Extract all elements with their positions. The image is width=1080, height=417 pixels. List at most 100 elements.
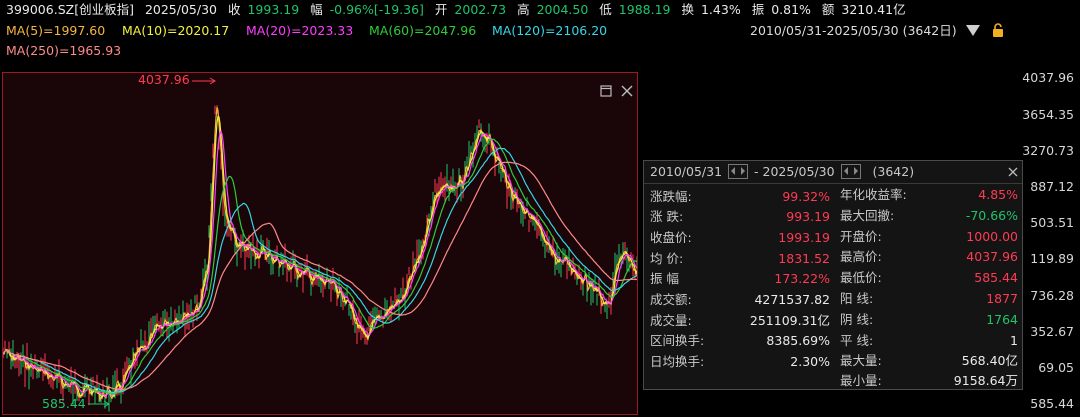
lock-icon[interactable] — [992, 23, 1004, 37]
stat-row: 最高价: 4037.96 — [840, 247, 1018, 267]
stat-value: 4037.96 — [966, 249, 1018, 264]
ma10-label: MA(10)=2020.17 — [122, 23, 230, 38]
y-tick: 585.44 — [1030, 396, 1074, 411]
stat-label: 最小量: — [840, 373, 882, 388]
quote-date: 2025/05/30 — [144, 2, 217, 17]
chevron-left-icon[interactable] — [843, 167, 848, 175]
stat-row: 阴 线: 1764 — [840, 310, 1018, 330]
ma5-line — [3, 107, 637, 403]
ma120-label: MA(120)=2106.20 — [492, 23, 608, 38]
stat-value: 173.22% — [774, 271, 830, 286]
stat-value: 4271537.82 — [754, 292, 830, 307]
stat-value: 1831.52 — [778, 251, 830, 266]
stat-label: 涨跌幅: — [650, 189, 692, 204]
date-range-selector[interactable]: 2010/05/31-2025/05/30 (3642日) — [750, 22, 957, 40]
stat-row: 年化收益率: 4.85% — [840, 185, 1018, 205]
stat-row: 开盘价: 1000.00 — [840, 227, 1018, 247]
amplitude-value: 0.81% — [771, 2, 811, 17]
stat-row: 平 线: 1 — [840, 331, 1018, 351]
interval-stats-panel: 2010/05/31 - 2025/05/30 (3642) 涨跌幅: 99.3… — [643, 160, 1023, 390]
stat-label: 最大回撤: — [840, 208, 895, 223]
ma120-line — [3, 147, 637, 394]
stat-value: 251109.31亿 — [749, 313, 830, 328]
ma10-line — [3, 115, 637, 400]
ma20-label: MA(20)=2023.33 — [246, 23, 354, 38]
y-tick: 352.67 — [1030, 324, 1074, 339]
close-icon[interactable] — [1008, 167, 1018, 177]
end-stepper[interactable] — [840, 164, 861, 179]
stat-row: 涨 跌: 993.19 — [650, 207, 830, 227]
stat-row: 区间换手: 8385.69% — [650, 331, 830, 351]
stat-row: 振 幅 173.22% — [650, 269, 830, 289]
kline-plot — [3, 105, 637, 412]
stat-value: 1877 — [986, 291, 1018, 306]
stat-value: 1000.00 — [966, 229, 1018, 244]
y-tick: 3270.73 — [1022, 143, 1074, 158]
stat-row: 成交额: 4271537.82 — [650, 290, 830, 310]
close-icon[interactable] — [621, 85, 633, 97]
stat-value: 2.30% — [790, 354, 830, 369]
panel-header: 2010/05/31 - 2025/05/30 (3642) — [644, 161, 1022, 183]
range-count: (3642) — [872, 164, 915, 179]
stat-row: 最大量: 568.40亿 — [840, 351, 1018, 371]
max-price-label: 4037.96 — [138, 72, 190, 87]
stat-row: 均 价: 1831.52 — [650, 249, 830, 269]
stat-label: 最低价: — [840, 270, 882, 285]
y-tick: 736.28 — [1030, 288, 1074, 303]
change-value: -0.96%[-19.36] — [329, 2, 424, 17]
stat-value: 1 — [1010, 333, 1018, 348]
turnover-value: 1.43% — [700, 2, 741, 17]
stat-value: 9158.64万 — [953, 373, 1018, 388]
amount-label: 额 — [821, 2, 835, 17]
restore-window-icon[interactable] — [600, 85, 612, 97]
min-arrow-icon — [88, 400, 110, 408]
stat-row: 最小量: 9158.64万 — [840, 371, 1018, 391]
amount-value: 3210.41亿 — [841, 2, 906, 17]
stat-row: 涨跌幅: 99.32% — [650, 187, 830, 207]
stat-row: 最大回撤: -70.66% — [840, 206, 1018, 226]
chevron-right-icon[interactable] — [741, 167, 746, 175]
y-tick: 3654.35 — [1022, 107, 1074, 122]
kline-chart[interactable] — [2, 72, 638, 415]
stat-row: 阳 线: 1877 — [840, 289, 1018, 309]
stat-row: 日均换手: 2.30% — [650, 352, 830, 372]
stat-label: 最大量: — [840, 353, 882, 368]
stat-value: 8385.69% — [766, 333, 830, 348]
close-label: 收 — [227, 2, 241, 17]
stat-label: 平 线: — [840, 333, 874, 348]
ma20-line — [3, 129, 637, 398]
high-label: 高 — [517, 2, 530, 17]
stat-label: 区间换手: — [650, 333, 705, 348]
start-stepper[interactable] — [728, 164, 749, 179]
stat-label: 均 价: — [650, 251, 684, 266]
stat-value: 1764 — [986, 312, 1018, 327]
chevron-left-icon[interactable] — [731, 167, 736, 175]
stat-label: 阳 线: — [840, 291, 874, 306]
open-label: 开 — [434, 2, 448, 17]
range-end: - 2025/05/30 — [754, 164, 835, 179]
open-value: 2002.73 — [454, 2, 507, 17]
stat-label: 收盘价: — [650, 230, 692, 245]
stat-value: 4.85% — [978, 187, 1018, 202]
y-tick: 503.51 — [1030, 215, 1074, 230]
low-label: 低 — [599, 2, 612, 17]
stat-label: 成交量: — [650, 313, 692, 328]
stat-label: 日均换手: — [650, 354, 705, 369]
stat-row: 成交量: 251109.31亿 — [650, 311, 830, 331]
stat-value: -70.66% — [965, 208, 1018, 223]
min-price-label: 585.44 — [42, 396, 86, 411]
stat-row: 收盘价: 1993.19 — [650, 228, 830, 248]
high-value: 2004.50 — [536, 2, 589, 17]
stat-label: 最高价: — [840, 249, 882, 264]
chevron-down-icon[interactable] — [966, 25, 980, 36]
y-tick: 4037.96 — [1022, 70, 1074, 85]
stat-value: 993.19 — [786, 209, 830, 224]
stat-value: 1993.19 — [778, 230, 830, 245]
stat-label: 开盘价: — [840, 229, 882, 244]
chevron-right-icon[interactable] — [853, 167, 858, 175]
stat-value: 99.32% — [782, 189, 830, 204]
ma5-label: MA(5)=1997.60 — [6, 23, 106, 38]
stat-value: 568.40亿 — [961, 353, 1018, 368]
y-tick: 887.12 — [1030, 179, 1074, 194]
divider — [644, 183, 1022, 184]
